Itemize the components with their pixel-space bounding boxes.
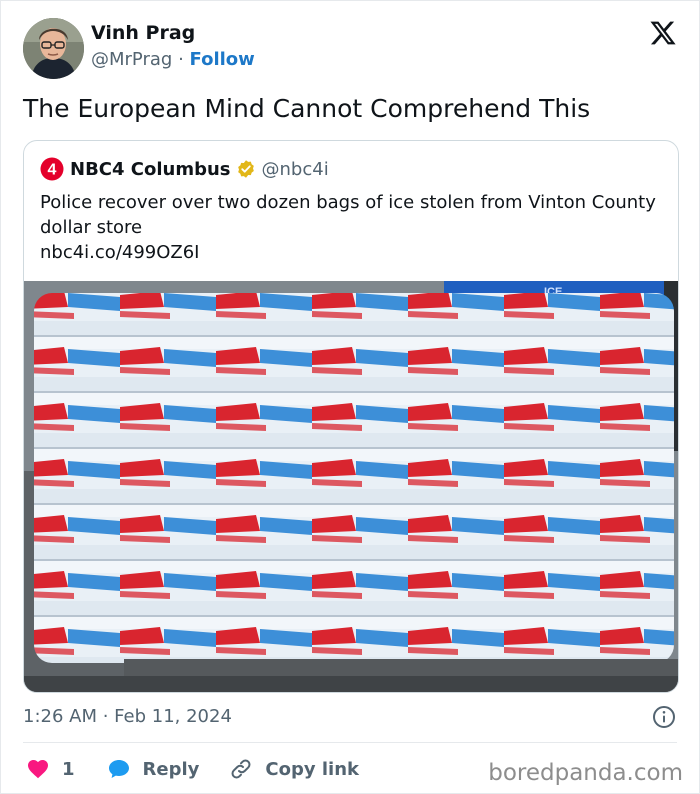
like-button[interactable]: 1 bbox=[26, 757, 75, 781]
author-name[interactable]: Vinh Prag bbox=[91, 22, 195, 44]
action-bar: 1 Reply Copy link bbox=[26, 756, 359, 782]
author-handle[interactable]: @MrPrag bbox=[91, 49, 172, 70]
reply-label: Reply bbox=[142, 758, 200, 780]
svg-text:4: 4 bbox=[48, 162, 57, 179]
tweet-timestamp[interactable]: 1:26 AM · Feb 11, 2024 bbox=[23, 706, 232, 727]
quoted-tweet[interactable]: 4 NBC4 Columbus @nbc4i Police recover ov… bbox=[23, 140, 679, 693]
x-logo-icon[interactable] bbox=[649, 19, 677, 47]
tweet-card: Vinh Prag @MrPrag · Follow The European … bbox=[0, 0, 700, 794]
reply-bubble-icon bbox=[108, 760, 129, 778]
divider bbox=[23, 742, 677, 743]
quoted-text: Police recover over two dozen bags of ic… bbox=[40, 192, 656, 238]
verified-badge-icon bbox=[237, 160, 254, 178]
boredpanda-watermark: boredpanda.com bbox=[488, 760, 683, 786]
tweet-text: The European Mind Cannot Comprehend This bbox=[23, 94, 591, 123]
follow-button[interactable]: Follow bbox=[190, 49, 255, 70]
reply-button[interactable]: Reply bbox=[107, 757, 200, 781]
copy-link-label: Copy link bbox=[265, 758, 359, 780]
info-icon[interactable] bbox=[652, 705, 676, 729]
quoted-link[interactable]: nbc4i.co/499OZ6I bbox=[40, 242, 200, 263]
heart-icon bbox=[28, 760, 48, 779]
like-count: 1 bbox=[62, 758, 75, 780]
nbc4-logo-icon: 4 bbox=[40, 157, 64, 181]
author-avatar[interactable] bbox=[23, 18, 84, 79]
quoted-header: 4 NBC4 Columbus @nbc4i bbox=[40, 157, 329, 181]
quoted-handle: @nbc4i bbox=[261, 158, 329, 180]
copy-link-button[interactable]: Copy link bbox=[229, 757, 359, 781]
ice-bags-photo[interactable]: ICE bbox=[24, 281, 679, 693]
quoted-account-name[interactable]: NBC4 Columbus bbox=[70, 159, 231, 180]
separator-dot: · bbox=[178, 49, 184, 70]
author-handle-line: @MrPrag · Follow bbox=[91, 49, 255, 70]
link-icon bbox=[231, 759, 251, 779]
